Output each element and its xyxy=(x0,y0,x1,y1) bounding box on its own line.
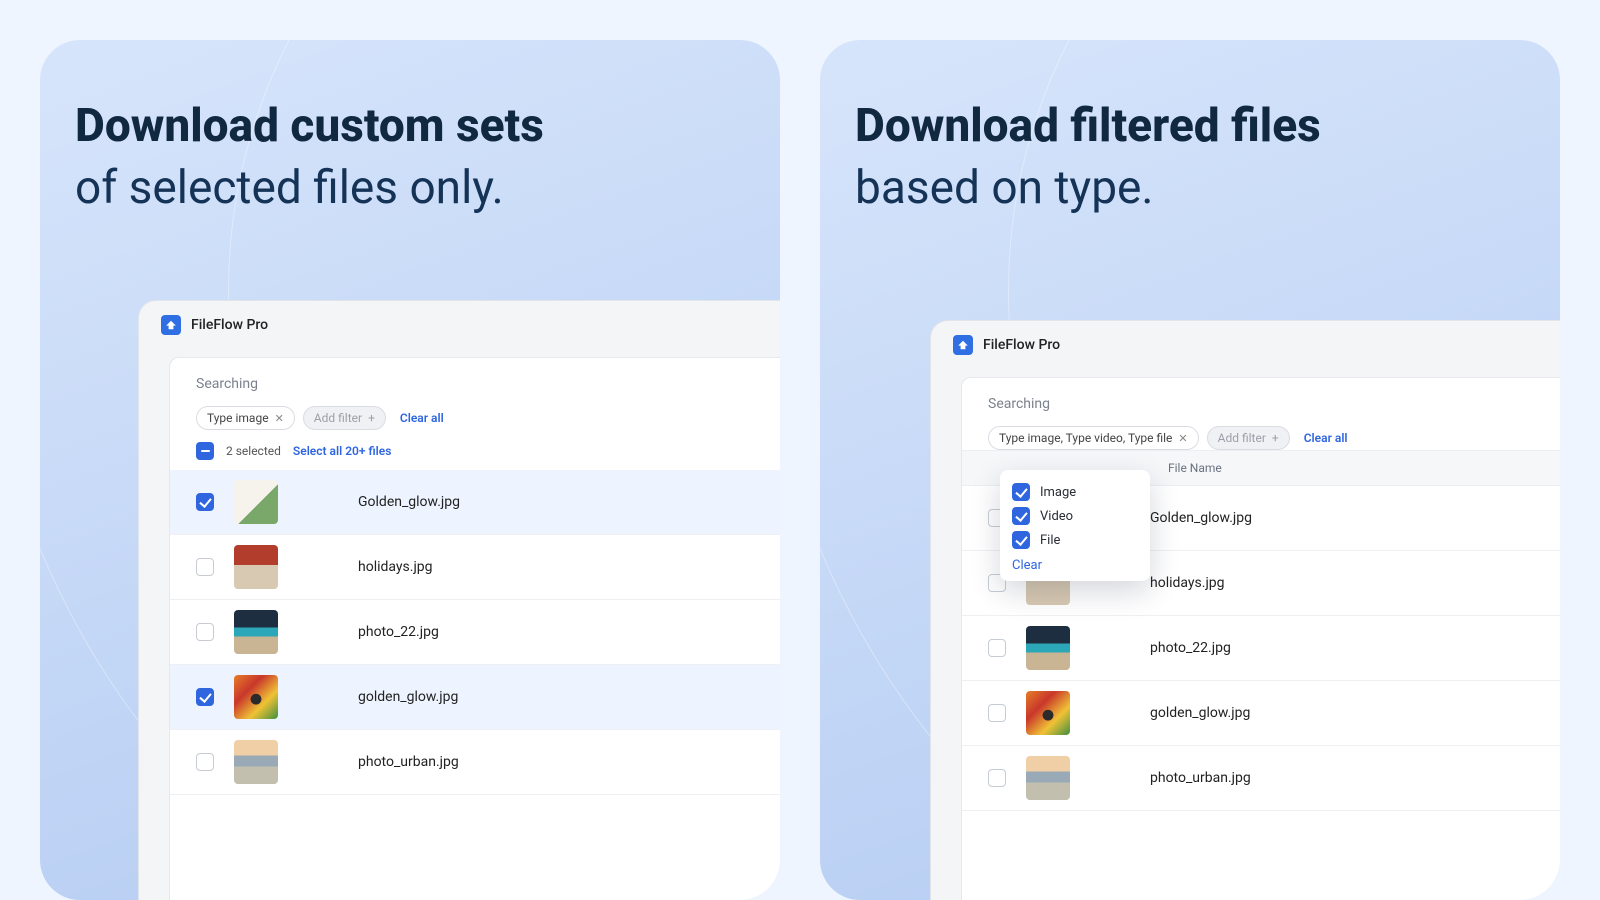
file-thumbnail[interactable] xyxy=(234,545,278,589)
app-window: FileFlow Pro Searching Type image ✕ Add … xyxy=(138,300,780,900)
file-row[interactable]: golden_glow.jpg xyxy=(962,681,1560,746)
file-thumbnail[interactable] xyxy=(1026,691,1070,735)
clear-all-link[interactable]: Clear all xyxy=(1304,431,1348,445)
column-header-filename: File Name xyxy=(1168,461,1222,475)
filter-chip-row: Type image, Type video, Type file ✕ Add … xyxy=(988,426,1538,450)
row-checkbox[interactable] xyxy=(196,493,214,511)
dropdown-clear-link[interactable]: Clear xyxy=(1012,552,1138,573)
file-thumbnail[interactable] xyxy=(234,740,278,784)
selection-bar: 2 selected Select all 20+ files xyxy=(170,430,780,470)
row-checkbox[interactable] xyxy=(988,639,1006,657)
file-name: photo_22.jpg xyxy=(1150,640,1231,656)
headline: Download filtered files based on type. xyxy=(855,95,1560,219)
file-row[interactable]: golden_glow.jpg xyxy=(170,665,780,730)
file-name: holidays.jpg xyxy=(358,559,433,575)
row-checkbox[interactable] xyxy=(196,688,214,706)
promo-card-selected: Download custom sets of selected files o… xyxy=(40,40,780,900)
plus-icon: + xyxy=(368,411,375,425)
file-name: golden_glow.jpg xyxy=(358,689,458,705)
file-row[interactable]: photo_22.jpg xyxy=(170,600,780,665)
file-name: photo_urban.jpg xyxy=(1150,770,1251,786)
headline: Download custom sets of selected files o… xyxy=(75,95,780,219)
option-label: Image xyxy=(1040,485,1076,500)
file-thumbnail[interactable] xyxy=(1026,756,1070,800)
file-panel: Searching Type image, Type video, Type f… xyxy=(961,377,1560,900)
file-row[interactable]: Golden_glow.jpg xyxy=(170,470,780,535)
file-thumbnail[interactable] xyxy=(234,480,278,524)
row-checkbox[interactable] xyxy=(196,623,214,641)
filter-chip-text: Type image, Type video, Type file xyxy=(999,431,1172,445)
remove-filter-icon[interactable]: ✕ xyxy=(275,412,284,425)
file-name: golden_glow.jpg xyxy=(1150,705,1250,721)
filter-option-file[interactable]: File xyxy=(1012,528,1138,552)
bulk-checkbox-indeterminate[interactable] xyxy=(196,442,214,460)
row-checkbox[interactable] xyxy=(196,558,214,576)
filter-option-video[interactable]: Video xyxy=(1012,504,1138,528)
filter-chip-type[interactable]: Type image ✕ xyxy=(196,406,295,430)
file-name: photo_22.jpg xyxy=(358,624,439,640)
add-filter-label: Add filter xyxy=(314,411,362,425)
file-thumbnail[interactable] xyxy=(234,610,278,654)
filter-chip-text: Type image xyxy=(207,411,269,425)
file-row[interactable]: holidays.jpg xyxy=(170,535,780,600)
app-logo-icon xyxy=(161,315,181,335)
file-name: Golden_glow.jpg xyxy=(1150,510,1252,526)
add-filter-button[interactable]: Add filter + xyxy=(1207,426,1290,450)
checkbox-icon[interactable] xyxy=(1012,507,1030,525)
plus-icon: + xyxy=(1272,431,1279,445)
file-thumbnail[interactable] xyxy=(1026,626,1070,670)
filter-chip-row: Type image ✕ Add filter + Clear all xyxy=(196,406,758,430)
type-filter-dropdown: Image Video File Clear xyxy=(1000,470,1150,581)
headline-rest: based on type. xyxy=(855,161,1154,215)
headline-bold: Download custom sets xyxy=(75,99,544,153)
add-filter-label: Add filter xyxy=(1218,431,1266,445)
file-row[interactable]: photo_urban.jpg xyxy=(170,730,780,795)
searching-label: Searching xyxy=(196,376,758,392)
add-filter-button[interactable]: Add filter + xyxy=(303,406,386,430)
file-name: photo_urban.jpg xyxy=(358,754,459,770)
checkbox-icon[interactable] xyxy=(1012,483,1030,501)
file-name: Golden_glow.jpg xyxy=(358,494,460,510)
clear-all-link[interactable]: Clear all xyxy=(400,411,444,425)
remove-filter-icon[interactable]: ✕ xyxy=(1178,432,1187,445)
file-thumbnail[interactable] xyxy=(234,675,278,719)
option-label: Video xyxy=(1040,509,1073,524)
app-name: FileFlow Pro xyxy=(191,317,268,333)
file-panel: Searching Type image ✕ Add filter + Clea… xyxy=(169,357,780,900)
checkbox-icon[interactable] xyxy=(1012,531,1030,549)
headline-rest: of selected files only. xyxy=(75,161,504,215)
row-checkbox[interactable] xyxy=(196,753,214,771)
searching-label: Searching xyxy=(988,396,1538,412)
filter-chip-type[interactable]: Type image, Type video, Type file ✕ xyxy=(988,426,1199,450)
row-checkbox[interactable] xyxy=(988,769,1006,787)
app-name: FileFlow Pro xyxy=(983,337,1060,353)
selected-count: 2 selected xyxy=(226,444,281,458)
row-checkbox[interactable] xyxy=(988,704,1006,722)
brand-bar: FileFlow Pro xyxy=(931,321,1560,369)
headline-bold: Download filtered files xyxy=(855,99,1321,153)
promo-card-filtered: Download filtered files based on type. F… xyxy=(820,40,1560,900)
select-all-link[interactable]: Select all 20+ files xyxy=(293,444,392,458)
brand-bar: FileFlow Pro xyxy=(139,301,780,349)
app-window: FileFlow Pro Searching Type image, Type … xyxy=(930,320,1560,900)
file-name: holidays.jpg xyxy=(1150,575,1225,591)
option-label: File xyxy=(1040,533,1060,548)
file-row[interactable]: photo_22.jpg xyxy=(962,616,1560,681)
file-row[interactable]: photo_urban.jpg xyxy=(962,746,1560,811)
app-logo-icon xyxy=(953,335,973,355)
filter-option-image[interactable]: Image xyxy=(1012,480,1138,504)
